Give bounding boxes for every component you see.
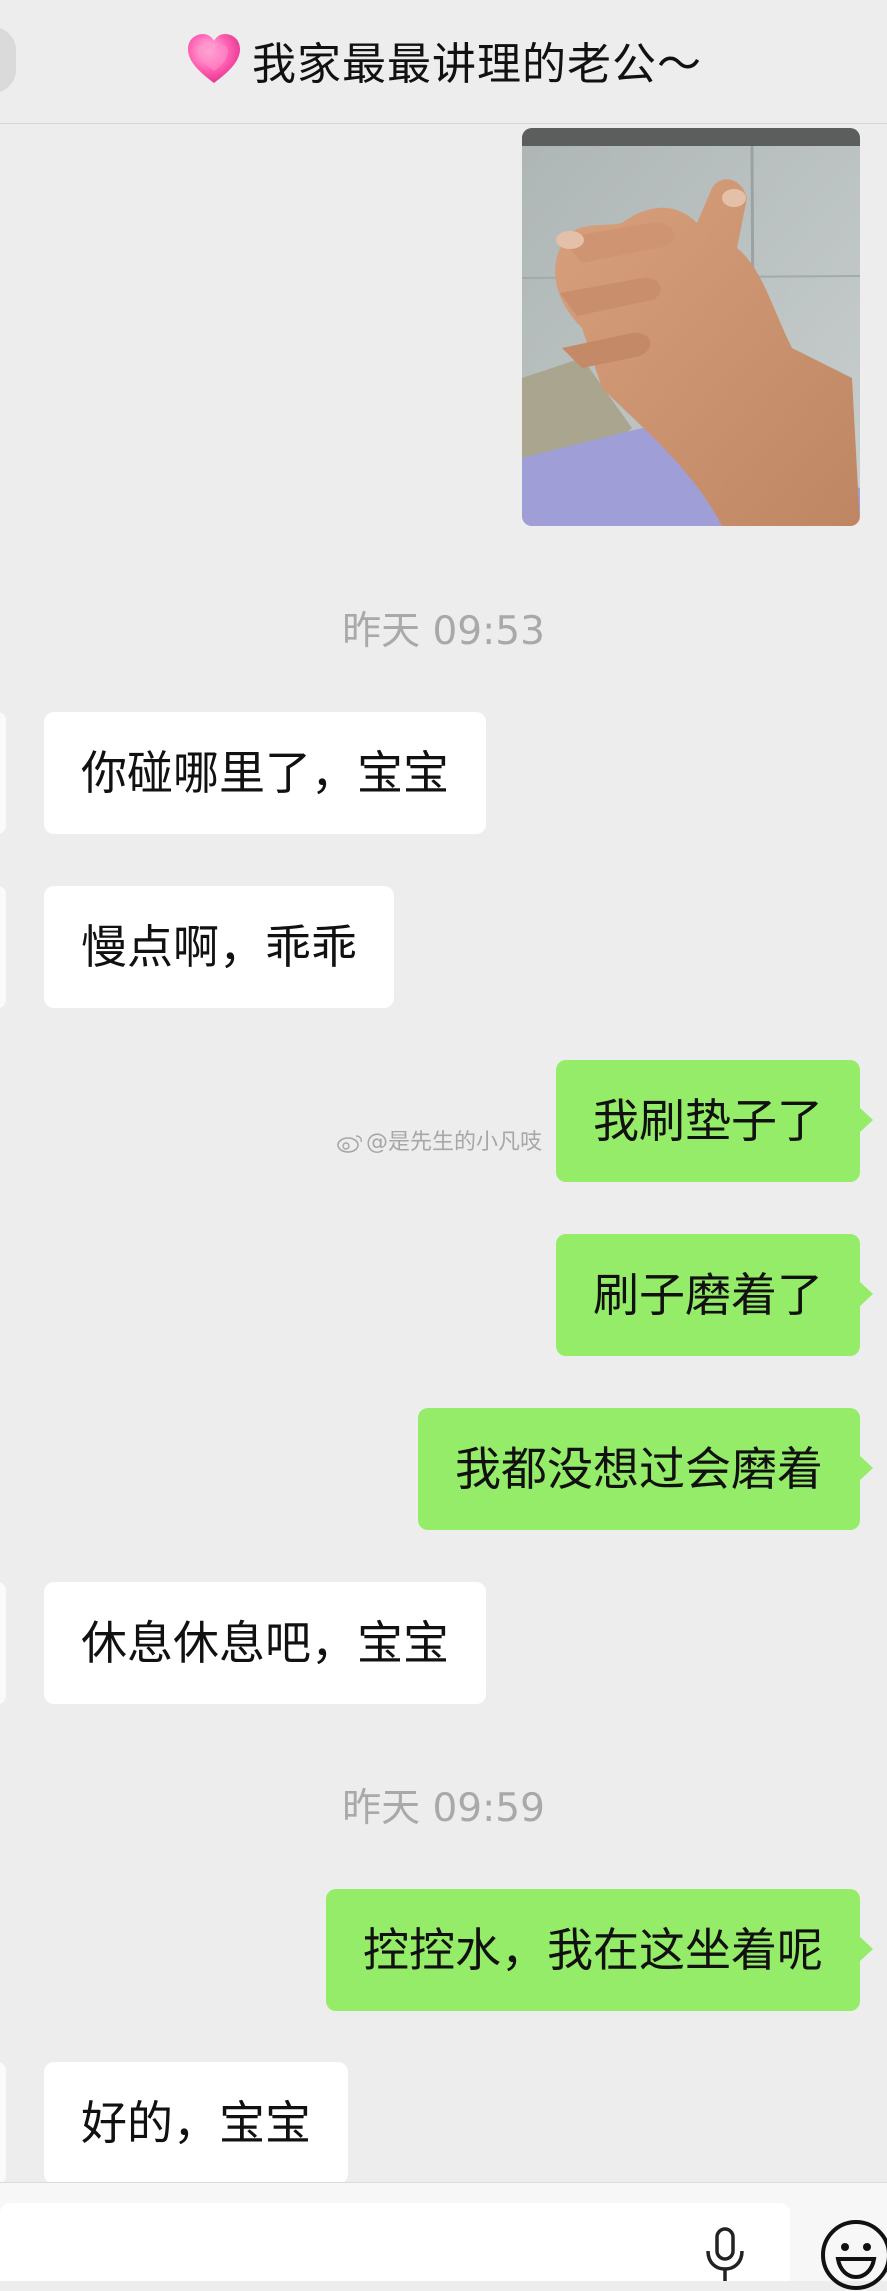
sent-message[interactable]: 刷子磨着了 (556, 1234, 873, 1356)
received-message[interactable]: 好的，宝宝 (44, 2062, 348, 2184)
watermark-text: @是先生的小凡吱 (366, 1130, 543, 1155)
contact-avatar[interactable] (0, 712, 6, 834)
sent-message[interactable]: 我都没想过会磨着 (418, 1408, 873, 1530)
sent-message[interactable]: 控控水，我在这坐着呢 (326, 1889, 873, 2011)
received-message[interactable]: 你碰哪里了，宝宝 (44, 712, 486, 834)
contact-avatar[interactable] (0, 1582, 6, 1704)
message-input[interactable] (0, 2203, 790, 2281)
sent-message[interactable]: 我刷垫子了 (556, 1060, 873, 1182)
timestamp: 昨天 09:59 (342, 1786, 545, 1831)
received-message[interactable]: 慢点啊，乖乖 (44, 886, 394, 1008)
contact-avatar[interactable] (0, 886, 6, 1008)
smiley-icon[interactable] (820, 2219, 887, 2291)
chat-header: 我家最最讲理的老公～ (0, 0, 887, 124)
weibo-watermark: @是先生的小凡吱 (336, 1124, 542, 1156)
input-bar (0, 2182, 887, 2290)
weibo-icon (337, 1135, 362, 1153)
chat-title: 我家最最讲理的老公～ (252, 39, 703, 90)
received-message[interactable]: 休息休息吧，宝宝 (44, 1582, 486, 1704)
microphone-icon[interactable] (700, 2227, 750, 2281)
timestamp: 昨天 09:53 (342, 609, 545, 654)
chat-title-wrap: 我家最最讲理的老公～ (0, 28, 887, 92)
photo-message[interactable] (522, 128, 860, 526)
pink-heart-icon (187, 34, 240, 83)
contact-avatar[interactable] (0, 2062, 6, 2184)
hand-photo (522, 128, 860, 526)
